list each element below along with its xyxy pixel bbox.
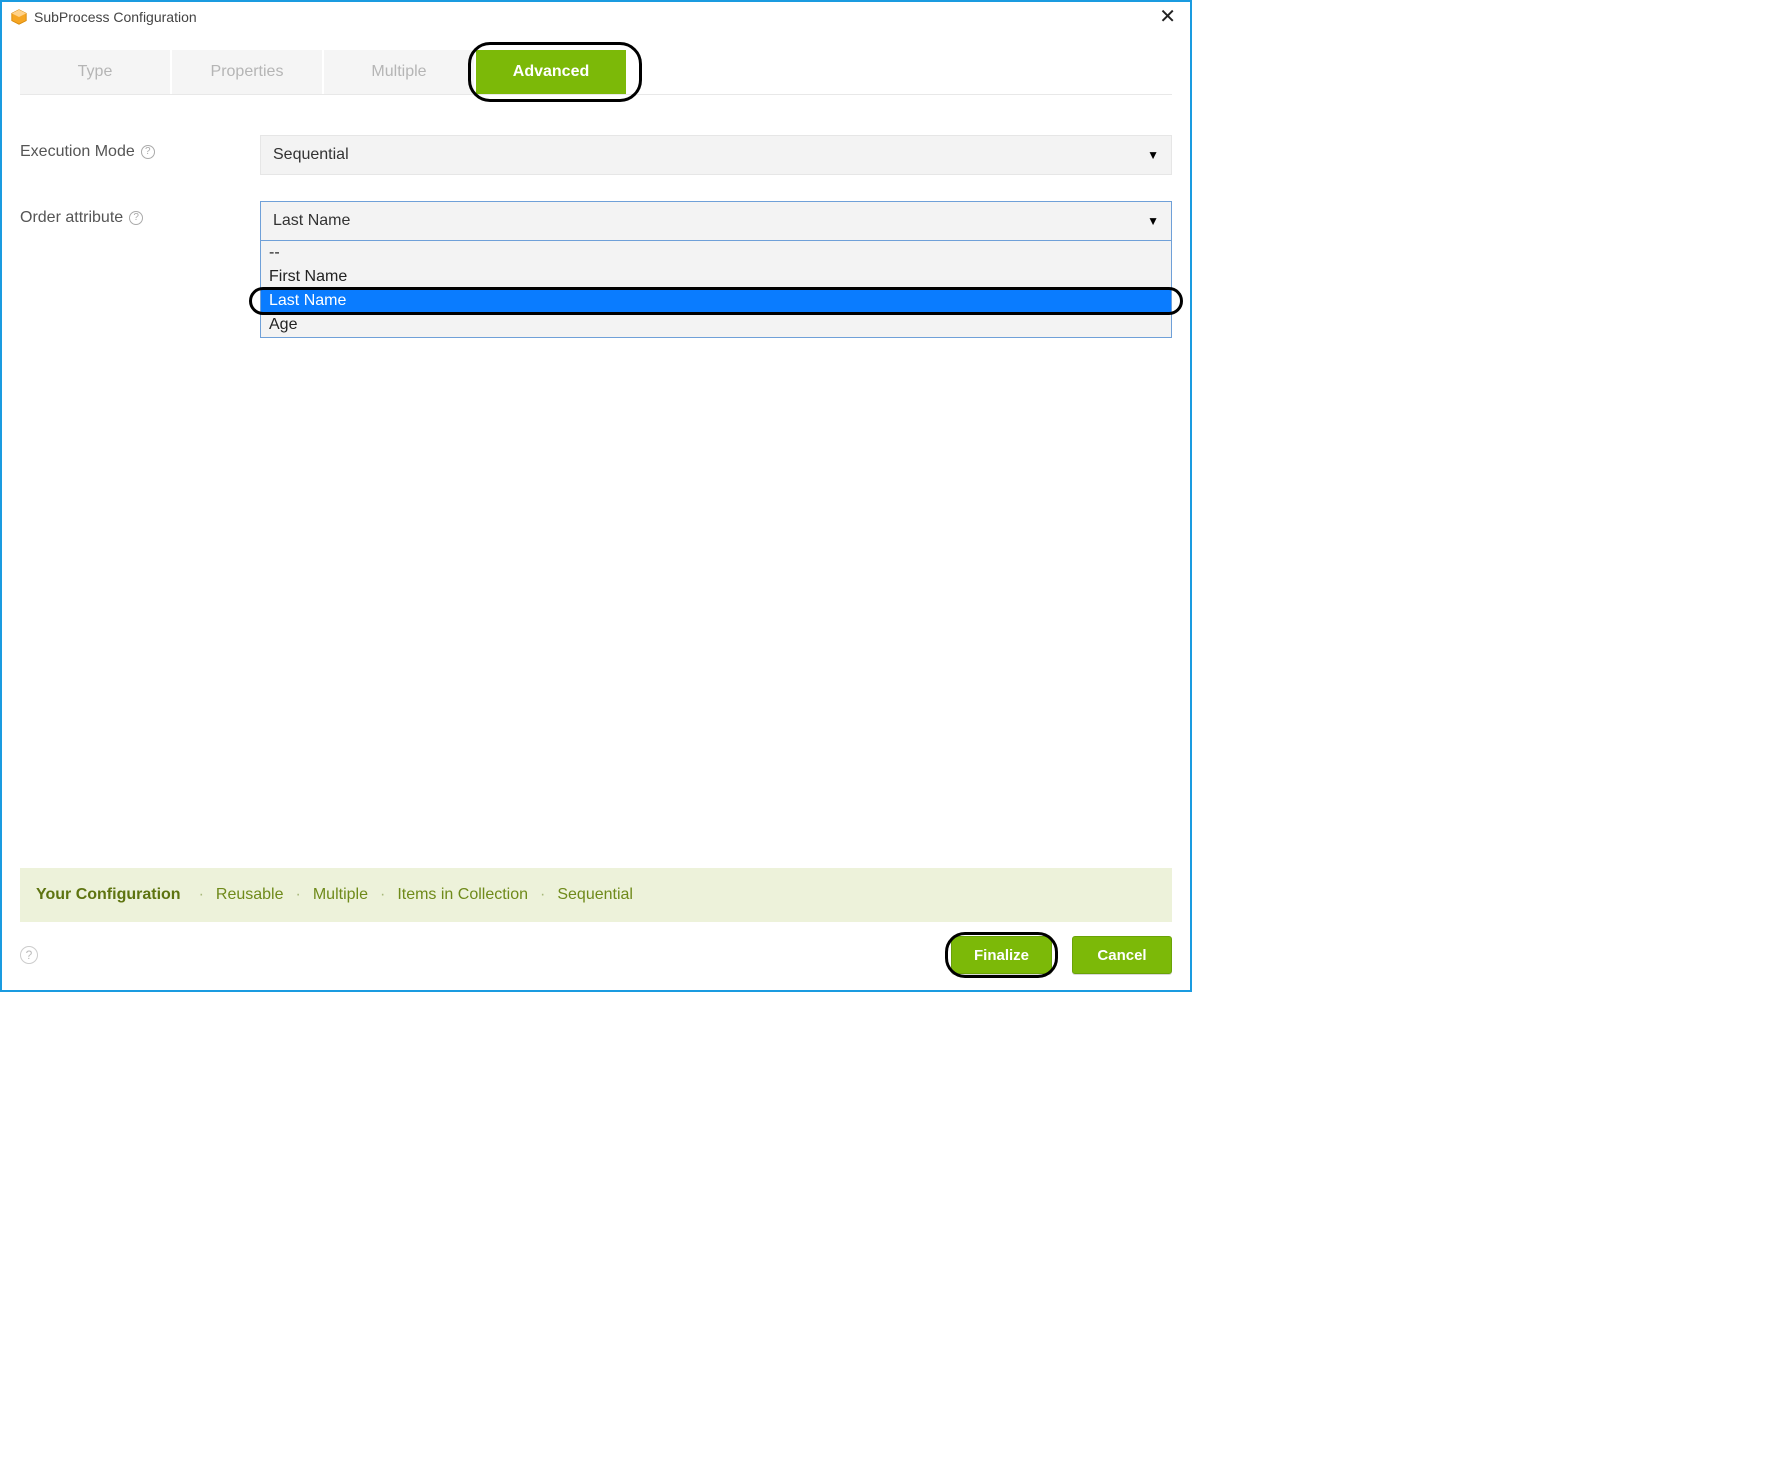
close-icon[interactable]: ✕	[1153, 7, 1182, 27]
tab-advanced[interactable]: Advanced	[476, 50, 626, 94]
tab-type[interactable]: Type	[20, 50, 170, 94]
tab-properties[interactable]: Properties	[172, 50, 322, 94]
label-text: Execution Mode	[20, 143, 135, 161]
chevron-down-icon: ▼	[1147, 214, 1159, 228]
option-text: Last Name	[269, 292, 346, 309]
option-none[interactable]: --	[261, 241, 1171, 265]
chevron-down-icon: ▼	[1147, 148, 1159, 162]
config-item: Reusable	[216, 886, 284, 904]
tab-multiple[interactable]: Multiple	[324, 50, 474, 94]
label-text: Order attribute	[20, 209, 123, 227]
select-execution-mode[interactable]: Sequential ▼	[260, 135, 1172, 175]
config-item: Multiple	[313, 886, 368, 904]
window-title: SubProcess Configuration	[34, 9, 1153, 25]
row-execution-mode: Execution Mode ? Sequential ▼	[20, 135, 1172, 175]
help-icon[interactable]: ?	[20, 946, 38, 964]
tab-row: Type Properties Multiple Advanced	[20, 50, 1172, 95]
config-summary-bar: Your Configuration · Reusable · Multiple…	[20, 868, 1172, 922]
titlebar: SubProcess Configuration ✕	[2, 2, 1190, 32]
option-age[interactable]: Age	[261, 313, 1171, 337]
label-execution-mode: Execution Mode ?	[20, 135, 260, 161]
dialog-window: SubProcess Configuration ✕ Type Properti…	[0, 0, 1192, 992]
select-value: Last Name	[273, 212, 350, 230]
dropdown-list: -- First Name Last Name Age	[260, 241, 1172, 338]
cancel-button[interactable]: Cancel	[1072, 936, 1172, 974]
help-icon[interactable]: ?	[129, 211, 143, 225]
option-last-name[interactable]: Last Name	[261, 289, 1171, 313]
annotation-highlight	[249, 287, 1183, 315]
label-order-attribute: Order attribute ?	[20, 201, 260, 227]
config-item: Sequential	[557, 886, 633, 904]
button-row: ? Finalize Cancel	[20, 922, 1172, 974]
config-item: Items in Collection	[397, 886, 528, 904]
help-icon[interactable]: ?	[141, 145, 155, 159]
app-icon	[10, 8, 28, 26]
form-area: Execution Mode ? Sequential ▼ Order attr…	[20, 95, 1172, 868]
row-order-attribute: Order attribute ? Last Name ▼ -- First N…	[20, 201, 1172, 338]
select-value: Sequential	[273, 146, 349, 164]
content-area: Type Properties Multiple Advanced Execut…	[2, 32, 1190, 868]
footer: Your Configuration · Reusable · Multiple…	[2, 868, 1190, 990]
config-label: Your Configuration	[36, 886, 181, 904]
finalize-button[interactable]: Finalize	[951, 936, 1052, 974]
select-order-attribute[interactable]: Last Name ▼ -- First Name Last Name Age	[260, 201, 1172, 338]
option-first-name[interactable]: First Name	[261, 265, 1171, 289]
